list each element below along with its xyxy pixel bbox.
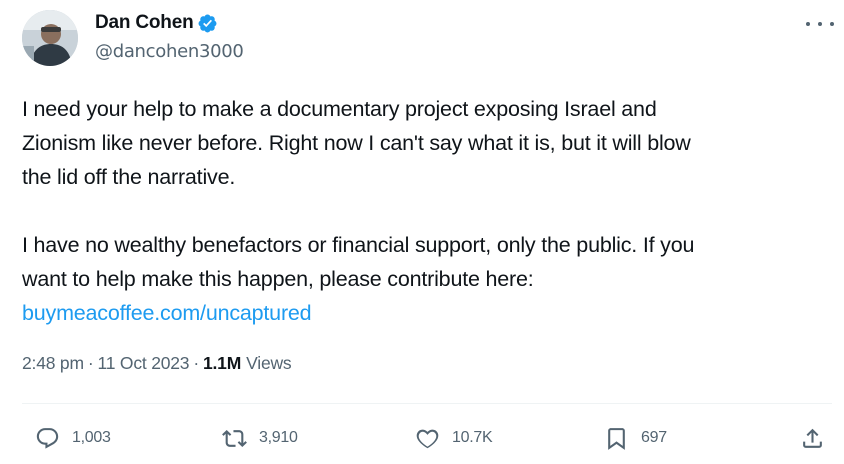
tweet-link[interactable]: buymeacoffee.com/uncaptured: [22, 301, 312, 325]
heart-icon: [415, 426, 440, 451]
meta-separator: ·: [193, 353, 199, 373]
more-dot: [806, 22, 810, 26]
display-name[interactable]: Dan Cohen: [95, 12, 194, 34]
tweet-card: Dan Cohen @dancohen3000 I need your help…: [0, 0, 844, 464]
like-button[interactable]: 10.7K: [415, 418, 493, 458]
bookmark-button[interactable]: 697: [604, 418, 667, 458]
share-icon: [800, 426, 825, 451]
retweet-count: 3,910: [259, 429, 298, 446]
tweet-text-line: Zionism like never before. Right now I c…: [22, 131, 691, 155]
meta-separator: ·: [87, 353, 94, 373]
retweet-button[interactable]: 3,910: [222, 418, 298, 458]
avatar[interactable]: [22, 10, 78, 66]
more-dot: [818, 22, 822, 26]
author-name-row: Dan Cohen: [95, 12, 218, 34]
divider: [22, 403, 832, 404]
bookmark-icon: [604, 426, 629, 451]
verified-badge-icon: [197, 13, 218, 34]
more-dot: [830, 22, 834, 26]
avatar-photo: [22, 10, 78, 66]
tweet-text-line: I need your help to make a documentary p…: [22, 97, 657, 121]
action-bar: 1,003 3,910 10.7K 697: [0, 418, 844, 458]
tweet-text-line: the lid off the narrative.: [22, 165, 236, 189]
reply-count: 1,003: [72, 429, 111, 446]
views-label: Views: [246, 353, 292, 373]
tweet-date[interactable]: 11 Oct 2023: [97, 353, 189, 374]
bookmark-count: 697: [641, 429, 667, 446]
tweet-meta: 2:48 pm · 11 Oct 2023 · 1.1M Views: [22, 353, 292, 374]
share-button[interactable]: [800, 418, 825, 458]
retweet-icon: [222, 426, 247, 451]
tweet-text: I need your help to make a documentary p…: [22, 92, 832, 330]
reply-button[interactable]: 1,003: [35, 418, 111, 458]
like-count: 10.7K: [452, 429, 493, 446]
author-handle[interactable]: @dancohen3000: [95, 41, 244, 62]
reply-icon: [35, 426, 60, 451]
tweet-time[interactable]: 2:48 pm: [22, 353, 84, 374]
views-count: 1.1M: [202, 353, 242, 373]
more-options-icon[interactable]: [806, 14, 834, 34]
tweet-text-line: want to help make this happen, please co…: [22, 267, 534, 291]
tweet-text-line: I have no wealthy benefactors or financi…: [22, 233, 695, 257]
